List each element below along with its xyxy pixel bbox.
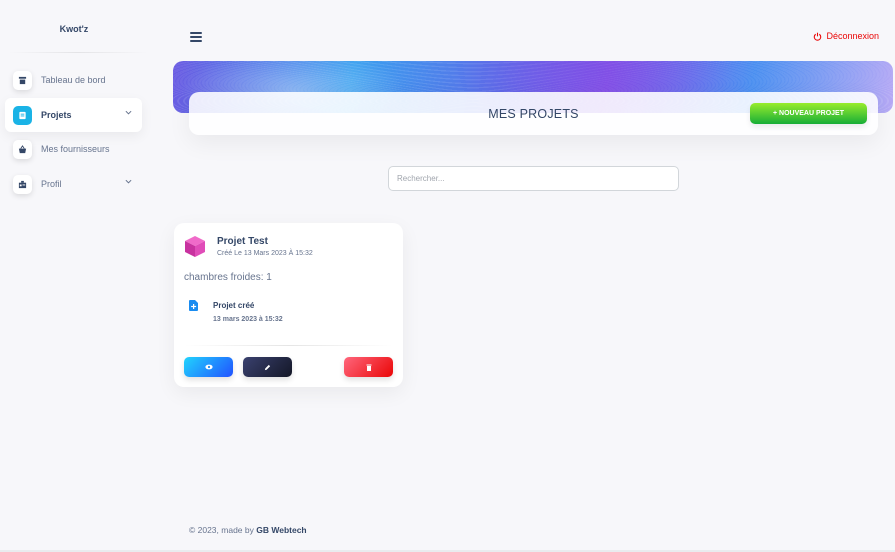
sidebar-item-label: Projets xyxy=(41,110,72,120)
footer-prefix: © 2023, made by xyxy=(189,525,254,535)
page-header-card: MES PROJETS + NOUVEAU PROJET xyxy=(189,92,878,135)
project-name[interactable]: Projet Test xyxy=(217,236,268,247)
power-icon xyxy=(814,32,822,41)
sidebar-item-label: Mes fournisseurs xyxy=(41,144,110,154)
basket-icon xyxy=(13,139,32,159)
profile-icon xyxy=(13,174,32,194)
footer: © 2023, made by GB Webtech xyxy=(189,525,307,535)
store-icon xyxy=(13,70,32,90)
chevron-down-icon[interactable] xyxy=(125,110,132,115)
sidebar-divider xyxy=(8,52,148,53)
delete-project-button[interactable] xyxy=(344,357,393,377)
new-project-button[interactable]: + NOUVEAU PROJET xyxy=(750,103,867,124)
logout-button[interactable]: Déconnexion xyxy=(813,31,879,41)
document-icon xyxy=(13,105,32,125)
search-input[interactable] xyxy=(388,166,679,191)
project-card: Projet Test Créé Le 13 Mars 2023 À 15:32… xyxy=(174,223,403,387)
sidebar-item-suppliers[interactable]: Mes fournisseurs xyxy=(5,132,142,166)
cube-icon xyxy=(185,236,205,257)
chevron-down-icon[interactable] xyxy=(125,179,132,184)
footer-company-link[interactable]: GB Webtech xyxy=(256,525,306,535)
trash-icon xyxy=(366,364,371,371)
menu-toggle-icon[interactable] xyxy=(190,32,202,42)
view-project-button[interactable] xyxy=(184,357,233,377)
sidebar-item-projects[interactable]: Projets xyxy=(5,98,142,132)
sidebar-item-label: Tableau de bord xyxy=(41,75,106,85)
brand-name[interactable]: Kwot'z xyxy=(0,24,148,34)
pencil-icon xyxy=(264,364,271,370)
logout-label: Déconnexion xyxy=(826,31,879,41)
sidebar-item-profile[interactable]: Profil xyxy=(5,167,142,201)
sidebar: Kwot'z Tableau de bord Projets Mes fourn… xyxy=(0,0,150,552)
file-add-icon xyxy=(189,300,198,311)
sidebar-item-dashboard[interactable]: Tableau de bord xyxy=(5,63,142,97)
timeline-event-title: Projet créé xyxy=(213,301,255,310)
edit-project-button[interactable] xyxy=(243,357,292,377)
sidebar-item-label: Profil xyxy=(41,179,62,189)
project-created-date: Créé Le 13 Mars 2023 À 15:32 xyxy=(217,250,313,257)
card-divider xyxy=(184,345,393,346)
timeline-event-date: 13 mars 2023 à 15:32 xyxy=(213,316,283,323)
eye-icon xyxy=(204,364,213,370)
cold-rooms-count: chambres froides: 1 xyxy=(184,272,272,283)
